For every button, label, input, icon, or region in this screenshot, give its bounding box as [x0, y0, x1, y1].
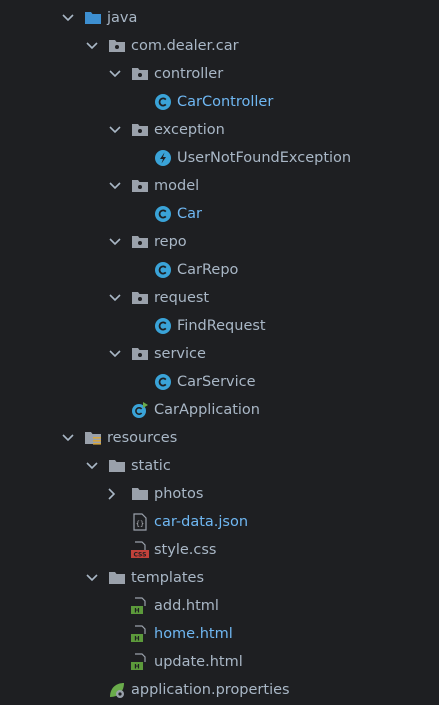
tree-item-resources[interactable]: resources: [0, 424, 439, 452]
tree-item-label: controller: [154, 66, 224, 82]
properties-file-icon: [108, 681, 126, 699]
tree-item-label: UserNotFoundException: [177, 150, 352, 166]
tree-item-label: CarRepo: [177, 262, 239, 278]
package-icon: [131, 177, 149, 195]
package-icon: [131, 65, 149, 83]
exception-class-icon: [154, 149, 172, 167]
tree-item-service[interactable]: service: [0, 340, 439, 368]
svg-text:H: H: [134, 607, 139, 615]
chevron-down-icon[interactable]: [107, 346, 123, 362]
chevron-down-icon[interactable]: [107, 122, 123, 138]
chevron-down-icon[interactable]: [60, 10, 76, 26]
chevron-down-icon[interactable]: [107, 234, 123, 250]
java-class-icon: [154, 205, 172, 223]
tree-item-com-dealer-car[interactable]: com.dealer.car: [0, 32, 439, 60]
tree-item-label: templates: [131, 570, 205, 586]
tree-item-label: Car: [177, 206, 202, 222]
tree-item-label: add.html: [154, 598, 219, 614]
chevron-down-icon[interactable]: [60, 430, 76, 446]
tree-item-label: model: [154, 178, 200, 194]
spring-boot-app-icon: [131, 401, 149, 419]
tree-item-label: CarController: [177, 94, 274, 110]
tree-item-carrepo[interactable]: CarRepo: [0, 256, 439, 284]
package-icon: [131, 289, 149, 307]
java-class-icon: [154, 261, 172, 279]
package-icon: [108, 37, 126, 55]
svg-text:{}: {}: [136, 520, 144, 528]
project-tree: java com.dealer.car controller CarContro…: [0, 0, 439, 705]
tree-item-label: service: [154, 346, 206, 362]
tree-item-label: home.html: [154, 626, 233, 642]
tree-item-findrequest[interactable]: FindRequest: [0, 312, 439, 340]
chevron-down-icon[interactable]: [107, 178, 123, 194]
chevron-down-icon[interactable]: [107, 66, 123, 82]
tree-item-style-css[interactable]: CSS style.css: [0, 536, 439, 564]
chevron-down-icon[interactable]: [84, 38, 100, 54]
folder-icon: [131, 485, 149, 503]
tree-item-label: CarApplication: [154, 402, 260, 418]
package-icon: [131, 345, 149, 363]
tree-item-label: photos: [154, 486, 204, 502]
tree-item-label: repo: [154, 234, 187, 250]
tree-item-label: static: [131, 458, 171, 474]
resources-folder-icon: [84, 429, 102, 447]
tree-item-label: style.css: [154, 542, 217, 558]
tree-item-usernotfoundexception[interactable]: UserNotFoundException: [0, 144, 439, 172]
tree-item-car[interactable]: Car: [0, 200, 439, 228]
tree-item-label: request: [154, 290, 210, 306]
tree-item-repo[interactable]: repo: [0, 228, 439, 256]
tree-item-label: exception: [154, 122, 225, 138]
package-icon: [131, 121, 149, 139]
tree-item-label: FindRequest: [177, 318, 266, 334]
tree-item-carservice[interactable]: CarService: [0, 368, 439, 396]
chevron-right-icon[interactable]: [104, 486, 120, 502]
java-class-icon: [154, 317, 172, 335]
folder-icon: [108, 569, 126, 587]
chevron-down-icon[interactable]: [84, 458, 100, 474]
svg-text:H: H: [134, 663, 139, 671]
tree-item-model[interactable]: model: [0, 172, 439, 200]
tree-item-label: application.properties: [131, 682, 290, 698]
tree-item-car-data-json[interactable]: {} car-data.json: [0, 508, 439, 536]
svg-text:H: H: [134, 635, 139, 643]
tree-item-update-html[interactable]: H update.html: [0, 648, 439, 676]
package-icon: [131, 233, 149, 251]
tree-item-carcontroller[interactable]: CarController: [0, 88, 439, 116]
tree-item-label: car-data.json: [154, 514, 249, 530]
tree-item-label: update.html: [154, 654, 243, 670]
java-class-icon: [154, 93, 172, 111]
html-file-icon: H: [131, 653, 149, 671]
tree-item-label: CarService: [177, 374, 256, 390]
tree-item-request[interactable]: request: [0, 284, 439, 312]
tree-item-exception[interactable]: exception: [0, 116, 439, 144]
tree-item-application-properties[interactable]: application.properties: [0, 676, 439, 704]
tree-item-photos[interactable]: photos: [0, 480, 439, 508]
tree-item-carapplication[interactable]: CarApplication: [0, 396, 439, 424]
source-folder-icon: [84, 9, 102, 27]
java-class-icon: [154, 373, 172, 391]
tree-item-java[interactable]: java: [0, 4, 439, 32]
css-file-icon: CSS: [131, 541, 149, 559]
chevron-down-icon[interactable]: [107, 290, 123, 306]
tree-item-add-html[interactable]: H add.html: [0, 592, 439, 620]
html-file-icon: H: [131, 625, 149, 643]
tree-item-static[interactable]: static: [0, 452, 439, 480]
tree-item-label: java: [107, 10, 138, 26]
html-file-icon: H: [131, 597, 149, 615]
tree-item-label: com.dealer.car: [131, 38, 239, 54]
folder-icon: [108, 457, 126, 475]
tree-item-controller[interactable]: controller: [0, 60, 439, 88]
tree-item-templates[interactable]: templates: [0, 564, 439, 592]
tree-item-home-html[interactable]: H home.html: [0, 620, 439, 648]
tree-item-label: resources: [107, 430, 178, 446]
svg-text:CSS: CSS: [134, 552, 147, 559]
chevron-down-icon[interactable]: [84, 570, 100, 586]
json-file-icon: {}: [131, 513, 149, 531]
